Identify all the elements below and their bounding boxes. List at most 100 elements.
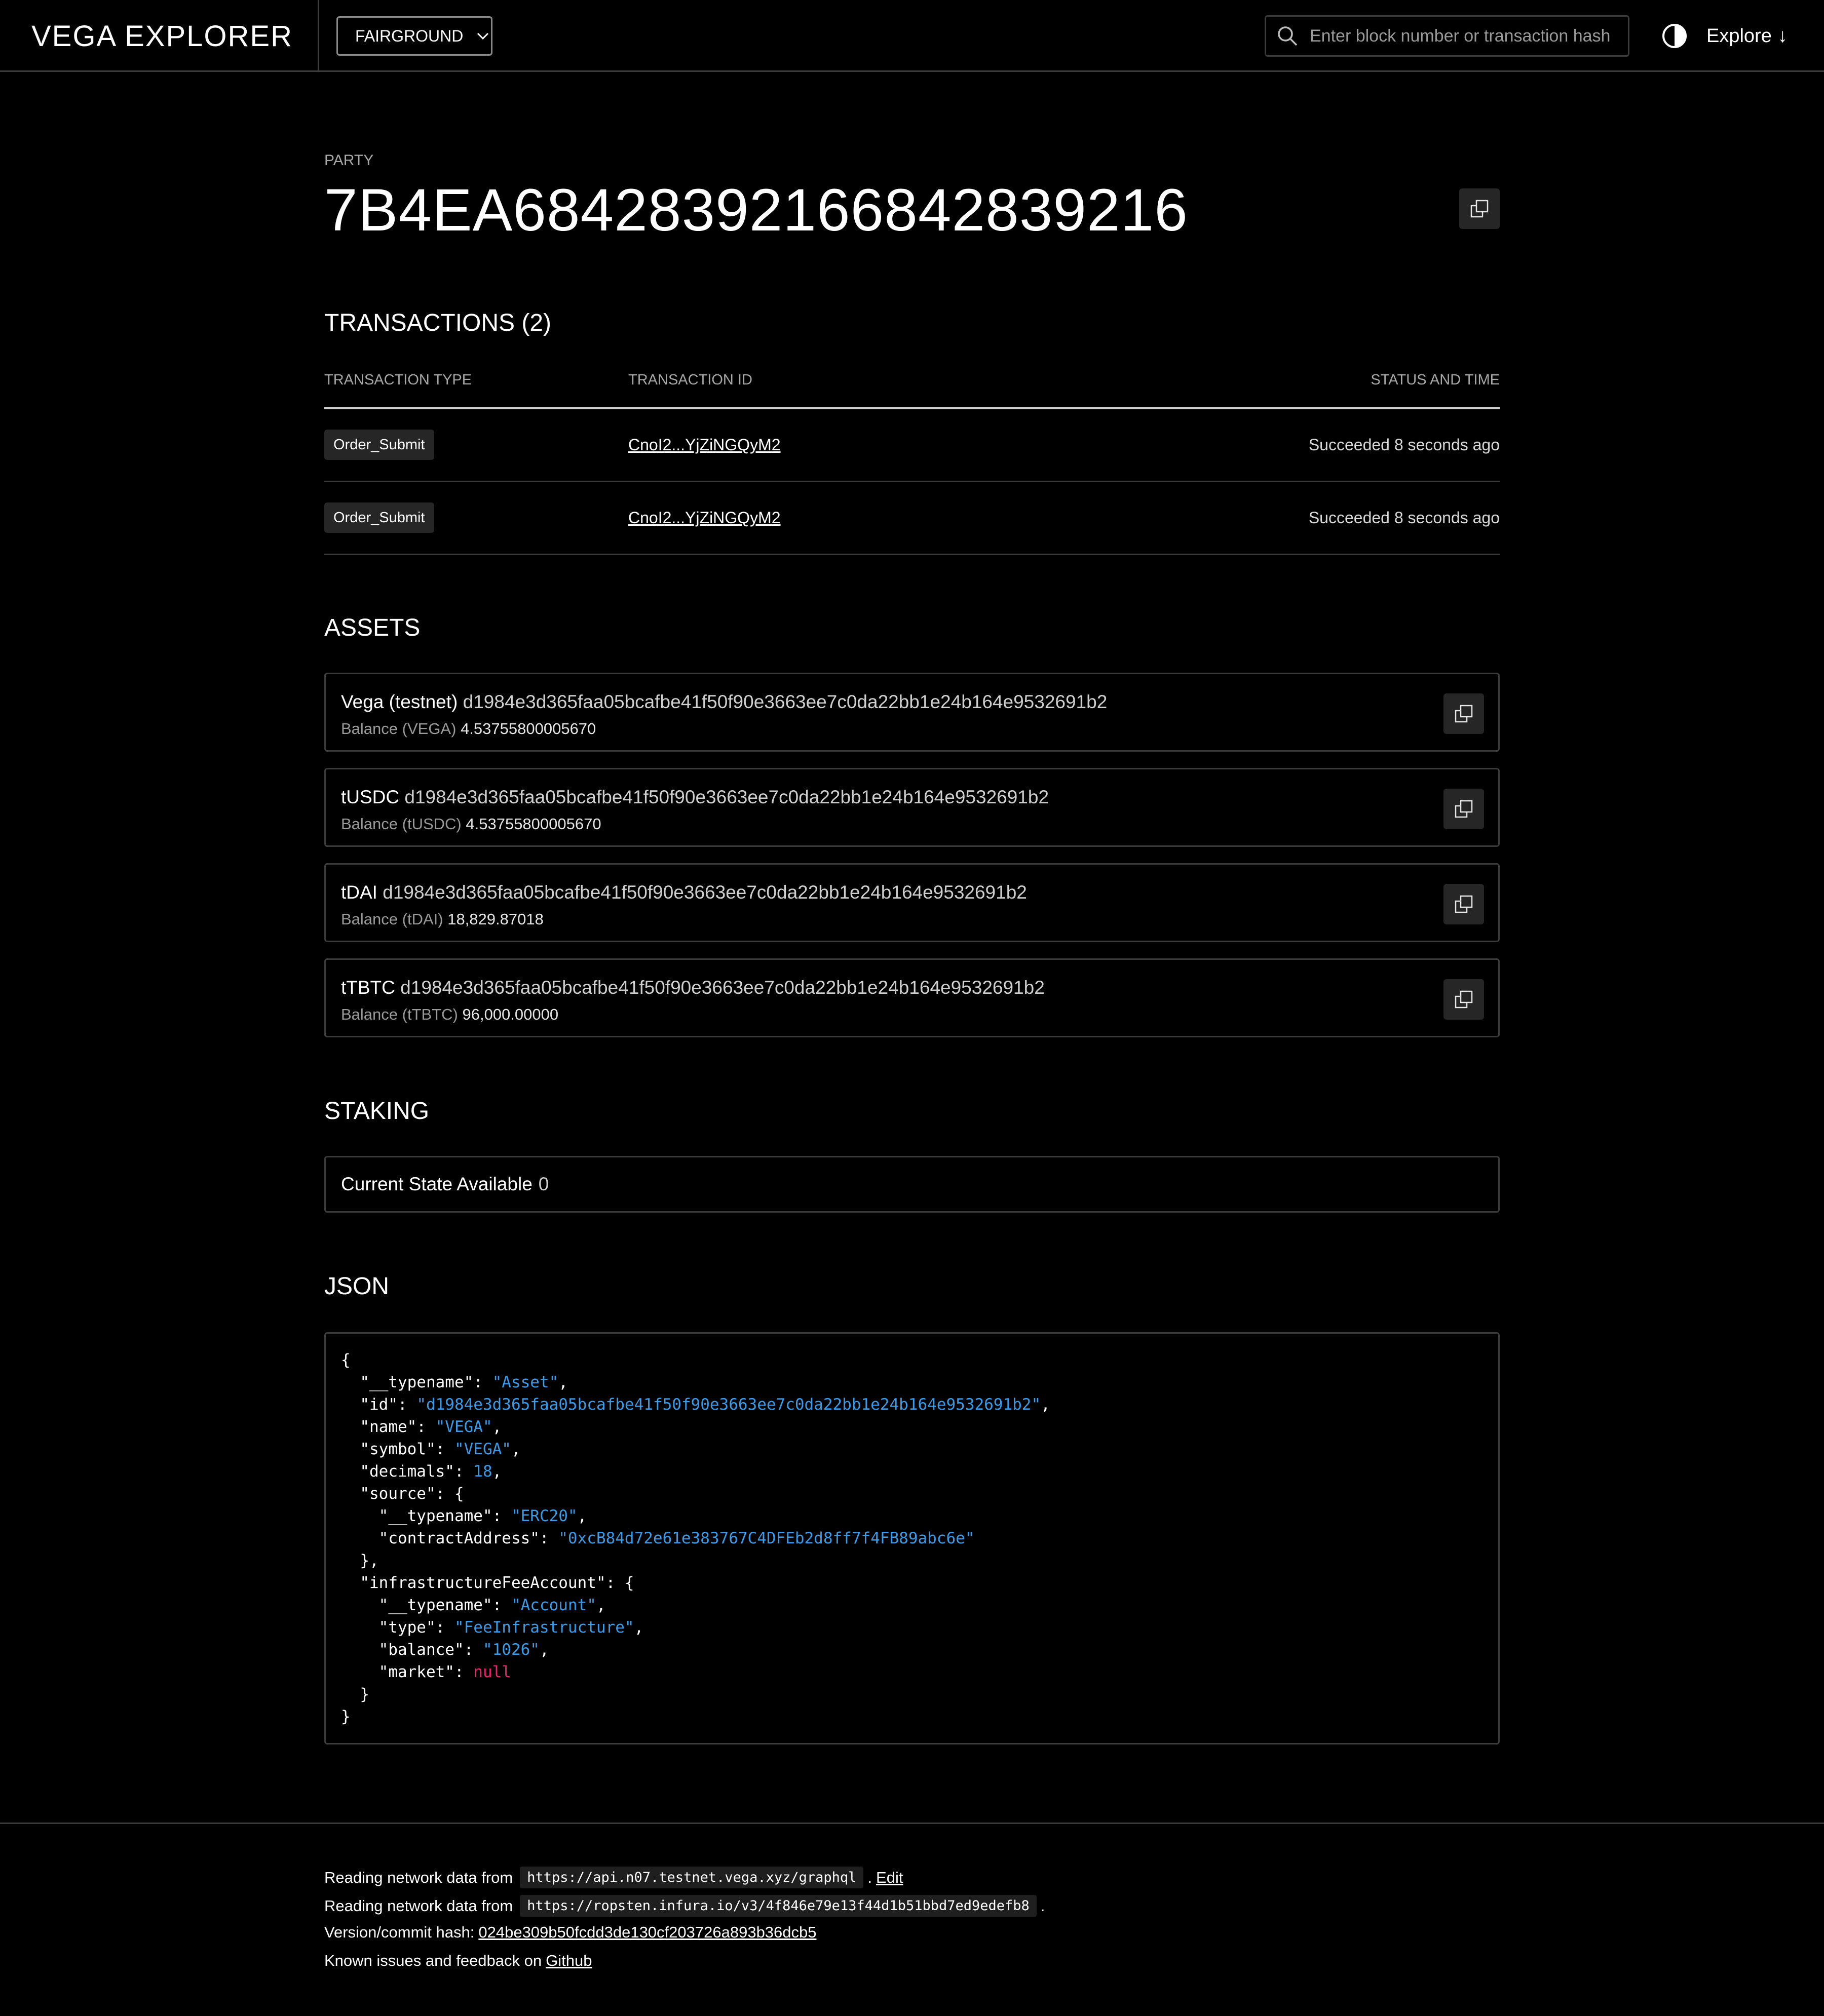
- footer-punct: .: [1040, 1896, 1045, 1915]
- json-value: "1026": [482, 1641, 540, 1659]
- json-punct: "contractAddress":: [341, 1529, 559, 1547]
- staking-title: STAKING: [324, 1098, 430, 1125]
- asset-card: tUSDC d1984e3d365faa05bcafbe41f50f90e366…: [324, 768, 1500, 847]
- search-box[interactable]: [1265, 15, 1629, 57]
- json-code: { "__typename": "Asset", "id": "d1984e3d…: [341, 1349, 1050, 1728]
- balance-value: 18,829.87018: [447, 910, 544, 928]
- json-viewer: { "__typename": "Asset", "id": "d1984e3d…: [324, 1332, 1500, 1744]
- json-line: "contractAddress": "0xcB84d72e61e383767C…: [341, 1529, 975, 1547]
- copy-asset-id-button[interactable]: [1443, 693, 1484, 734]
- json-line: "balance": "1026",: [341, 1641, 549, 1659]
- asset-hash: d1984e3d365faa05bcafbe41f50f90e3663ee7c0…: [463, 691, 1108, 712]
- party-eyebrow: PARTY: [324, 152, 374, 169]
- tx-id-link[interactable]: CnoI2...YjZiNGQyM2: [628, 509, 781, 527]
- tx-id-link[interactable]: CnoI2...YjZiNGQyM2: [628, 436, 781, 454]
- footer-feedback-line: Known issues and feedback on Github: [324, 1952, 592, 1970]
- footer-text: Reading network data from: [324, 1868, 513, 1886]
- json-punct: "name":: [341, 1418, 436, 1436]
- json-punct: "__typename":: [341, 1596, 511, 1614]
- copy-icon: [1455, 705, 1473, 723]
- json-punct: "__typename":: [341, 1507, 511, 1525]
- asset-name: tTBTC: [341, 977, 395, 998]
- copy-party-id-button[interactable]: [1459, 188, 1500, 229]
- asset-name: tDAI: [341, 882, 377, 903]
- assets-title: ASSETS: [324, 614, 421, 641]
- balance-value: 4.53755800005670: [461, 720, 596, 738]
- table-row: Order_Submit CnoI2...YjZiNGQyM2 Succeede…: [324, 409, 1500, 482]
- footer-text: Known issues and feedback on: [324, 1952, 542, 1969]
- json-punct: ,: [539, 1641, 549, 1659]
- chevron-down-icon: [477, 32, 489, 40]
- json-line: "type": "FeeInfrastructure",: [341, 1618, 644, 1637]
- asset-card: Vega (testnet) d1984e3d365faa05bcafbe41f…: [324, 673, 1500, 752]
- footer-text: Version/commit hash:: [324, 1923, 475, 1941]
- footer-ethereum-line: Reading network data from https://ropste…: [324, 1895, 1045, 1917]
- brand-logo[interactable]: VEGA EXPLORER: [0, 0, 319, 72]
- edit-network-link[interactable]: Edit: [876, 1869, 903, 1887]
- json-punct: ,: [492, 1462, 502, 1481]
- asset-card: tTBTC d1984e3d365faa05bcafbe41f50f90e366…: [324, 958, 1500, 1037]
- json-line: "infrastructureFeeAccount": {: [341, 1574, 634, 1592]
- json-value: "Account": [511, 1596, 596, 1614]
- json-line: "source": {: [341, 1485, 464, 1503]
- github-link[interactable]: Github: [546, 1952, 592, 1970]
- commit-hash-link[interactable]: 024be309b50fcdd3de130cf203726a893b36dcb5: [478, 1923, 816, 1942]
- network-label: FAIRGROUND: [355, 26, 464, 45]
- json-line: "name": "VEGA",: [341, 1418, 502, 1436]
- json-punct: ,: [577, 1507, 587, 1525]
- json-punct: }: [341, 1685, 369, 1703]
- json-line: }: [341, 1708, 351, 1726]
- json-punct: "balance":: [341, 1641, 483, 1659]
- copy-asset-id-button[interactable]: [1443, 979, 1484, 1020]
- json-punct: ,: [558, 1373, 568, 1391]
- json-value: "0xcB84d72e61e383767C4DFEb2d8ff7f4FB89ab…: [558, 1529, 975, 1547]
- balance-label: Balance (tTBTC): [341, 1005, 458, 1023]
- json-line: "__typename": "Asset",: [341, 1373, 568, 1391]
- transactions-title: TRANSACTIONS (2): [324, 309, 552, 336]
- json-punct: }: [341, 1708, 351, 1726]
- copy-icon: [1455, 990, 1473, 1009]
- json-line: "market": null: [341, 1663, 511, 1681]
- copy-icon: [1470, 200, 1489, 218]
- json-punct: ,: [511, 1440, 521, 1458]
- brand-title: VEGA EXPLORER: [31, 19, 293, 53]
- search-icon: [1278, 26, 1298, 46]
- asset-hash: d1984e3d365faa05bcafbe41f50f90e3663ee7c0…: [404, 787, 1049, 807]
- json-value: "ERC20": [511, 1507, 578, 1525]
- table-header: TRANSACTION TYPE TRANSACTION ID STATUS A…: [324, 350, 1500, 409]
- copy-asset-id-button[interactable]: [1443, 789, 1484, 829]
- json-line: {: [341, 1351, 351, 1369]
- asset-hash: d1984e3d365faa05bcafbe41f50f90e3663ee7c0…: [400, 977, 1045, 998]
- asset-name: Vega (testnet): [341, 691, 458, 712]
- copy-asset-id-button[interactable]: [1443, 884, 1484, 924]
- party-id: 7B4EA68428392166842839216: [324, 177, 1188, 244]
- json-punct: "symbol":: [341, 1440, 454, 1458]
- staking-label: Current State Available: [341, 1174, 533, 1194]
- staking-value: 0: [538, 1174, 549, 1194]
- ethereum-url: https://ropsten.infura.io/v3/4f846e79e13…: [520, 1895, 1037, 1917]
- explore-button[interactable]: Explore ↓: [1706, 20, 1788, 52]
- asset-name: tUSDC: [341, 787, 400, 807]
- json-value: "d1984e3d365faa05bcafbe41f50f90e3663ee7c…: [416, 1395, 1041, 1414]
- json-line: "__typename": "ERC20",: [341, 1507, 587, 1525]
- table-row: Order_Submit CnoI2...YjZiNGQyM2 Succeede…: [324, 482, 1500, 555]
- json-value: "FeeInfrastructure": [454, 1618, 634, 1637]
- asset-hash: d1984e3d365faa05bcafbe41f50f90e3663ee7c0…: [383, 882, 1027, 903]
- transactions-table: TRANSACTION TYPE TRANSACTION ID STATUS A…: [324, 350, 1500, 555]
- json-punct: ,: [492, 1418, 502, 1436]
- json-punct: "decimals":: [341, 1462, 474, 1481]
- arrow-down-icon: ↓: [1777, 25, 1788, 47]
- json-title: JSON: [324, 1273, 390, 1300]
- search-input[interactable]: [1309, 25, 1628, 47]
- tx-type-badge: Order_Submit: [324, 502, 434, 533]
- network-selector[interactable]: FAIRGROUND: [336, 16, 492, 56]
- json-value: "Asset": [492, 1373, 559, 1391]
- balance-value: 4.53755800005670: [466, 815, 601, 833]
- copy-icon: [1455, 800, 1473, 818]
- json-punct: ,: [596, 1596, 606, 1614]
- tx-status: Succeeded 8 seconds ago: [1308, 436, 1500, 454]
- json-value: null: [473, 1663, 511, 1681]
- footer-punct: .: [867, 1868, 872, 1886]
- theme-toggle-icon[interactable]: [1661, 22, 1688, 50]
- json-line: "id": "d1984e3d365faa05bcafbe41f50f90e36…: [341, 1395, 1050, 1414]
